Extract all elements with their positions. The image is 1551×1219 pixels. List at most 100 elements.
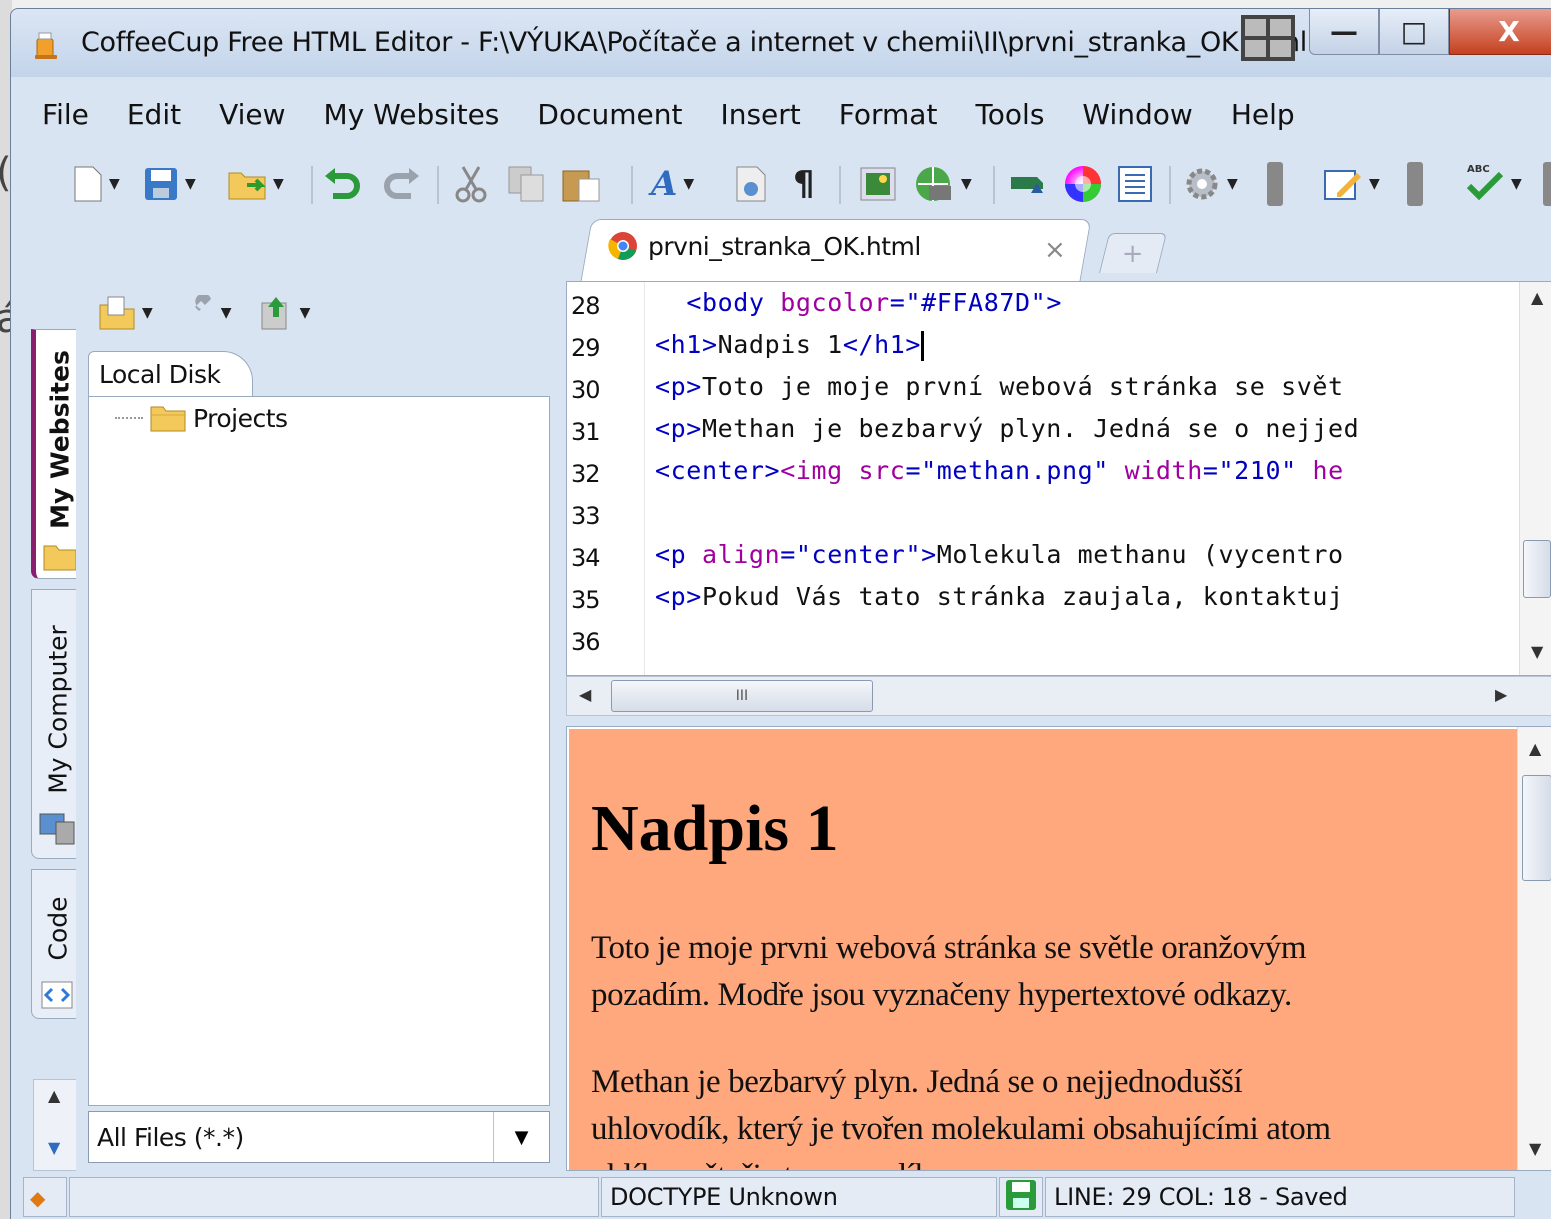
file-filter-select[interactable]: All Files (*.*) ▼ [88,1111,550,1163]
menu-my-websites[interactable]: My Websites [305,91,519,139]
settings-icon [1186,168,1218,200]
sidebar-scrollbar[interactable]: ▲ ▼ [33,1079,79,1171]
status-cursor-position: LINE: 29 COL: 18 - Saved [1045,1177,1515,1217]
upload-icon [261,297,287,330]
menu-help[interactable]: Help [1212,91,1314,139]
link-icon [1011,177,1043,193]
code-token: align [701,540,781,569]
code-area[interactable]: <body bgcolor="#FFA87D"> <h1>Nadpis 1</h… [655,282,1520,675]
code-token: he [1312,456,1344,485]
preview-text-line: Methan je bezbarvý plyn. Jedná se o nejj… [591,1064,1243,1100]
preview-text-line: uhlíku a čtyři atomy vodíku [591,1153,1491,1170]
link-button[interactable] [1009,162,1047,206]
upload-button[interactable]: ▼ [258,295,310,331]
new-folder-button[interactable]: ▼ [98,295,153,331]
code-line-34: <p align="center">Molekula methanu (vyce… [655,540,1344,569]
status-doctype: DOCTYPE Unknown [601,1177,997,1217]
main-toolbar: ▼ ▼ ▼ A ▼ ¶ ▼ ▼ ▼ ABC ▼ [33,154,1551,216]
copy-icon [508,166,544,202]
tree-item-projects[interactable]: Projects [115,403,288,433]
copy-button[interactable] [507,162,547,206]
close-button[interactable]: X [1449,9,1551,55]
redo-button[interactable] [381,162,421,206]
list-button[interactable] [1117,162,1153,206]
color-button[interactable] [1063,162,1103,206]
menu-view[interactable]: View [200,91,304,139]
scroll-left-icon[interactable]: ◀ [579,685,591,704]
menu-document[interactable]: Document [518,91,701,139]
scroll-right-icon[interactable]: ▶ [1495,685,1507,704]
edit-button[interactable]: ▼ [1323,162,1380,206]
code-token: <body [686,288,781,317]
window-snap-icon [1241,15,1295,61]
line-number: 32 [571,460,601,488]
chevron-down-icon: ▼ [109,176,120,192]
undo-icon [325,168,360,199]
line-number: 30 [571,376,601,404]
chevron-down-icon: ▼ [961,176,972,192]
spellcheck-button[interactable]: ABC ▼ [1465,162,1522,206]
tools-button[interactable]: ▼ [179,295,232,331]
scrollbar-thumb[interactable] [1522,775,1551,881]
tree-item-label: Projects [193,403,288,433]
menu-file[interactable]: File [23,91,108,139]
scroll-down-icon[interactable]: ▼ [1529,1139,1541,1158]
code-token: <p [655,540,702,569]
line-number: 33 [571,502,601,530]
toolbar-overflow-button-3[interactable] [1543,162,1551,206]
new-file-icon [74,166,102,202]
save-icon [1006,1180,1036,1210]
code-token: Molekula methanu (vycentro [936,540,1344,569]
settings-button[interactable]: ▼ [1183,162,1238,206]
web-button[interactable]: ▼ [913,162,972,206]
scroll-down-icon[interactable]: ▼ [1531,642,1543,661]
menu-edit[interactable]: Edit [108,91,200,139]
scroll-down-icon[interactable]: ▼ [48,1138,60,1157]
paragraph-icon: ¶ [793,164,815,204]
toolbar-overflow-button-2[interactable] [1407,162,1423,206]
preview-vertical-scrollbar[interactable]: ▲ ▼ [1517,727,1551,1170]
cut-button[interactable] [453,162,489,206]
chevron-down-icon: ▼ [1511,176,1522,192]
menu-window[interactable]: Window [1063,91,1211,139]
code-token: <img [780,456,859,485]
font-icon: A [651,164,678,204]
font-button[interactable]: A ▼ [651,162,694,206]
doc-check-button[interactable] [733,162,769,206]
paragraph-button[interactable]: ¶ [793,162,815,206]
scrollbar-thumb[interactable]: III [611,680,873,712]
undo-button[interactable] [323,162,363,206]
new-file-button[interactable]: ▼ [73,162,120,206]
code-editor[interactable]: 28 29 30 31 32 33 34 35 36 <body bgcolor… [566,281,1551,676]
scrollbar-thumb[interactable] [1523,540,1551,598]
open-button[interactable]: ▼ [227,162,284,206]
editor-horizontal-scrollbar[interactable]: ◀ III ▶ [566,676,1551,716]
new-tab-button[interactable]: + [1099,233,1167,273]
toolbar-overflow-button[interactable] [1267,162,1283,206]
code-icon [41,981,73,1009]
status-nav-button[interactable]: ◆ [23,1177,67,1217]
chevron-down-icon[interactable]: ▼ [493,1112,549,1162]
scroll-up-icon[interactable]: ▲ [1531,288,1543,307]
paste-button[interactable] [561,162,601,206]
arrow-left-icon: ◆ [30,1186,46,1210]
status-message [69,1177,599,1217]
paste-icon [562,170,600,202]
tab-local-disk[interactable]: Local Disk [88,351,253,397]
save-button[interactable]: ▼ [143,162,196,206]
redo-icon [384,168,419,199]
menu-insert[interactable]: Insert [701,91,819,139]
maximize-button[interactable]: □ [1379,9,1449,55]
scroll-up-icon[interactable]: ▲ [48,1086,60,1105]
close-tab-icon[interactable]: × [1044,235,1066,265]
code-line-30: <p>Toto je moje první webová stránka se … [655,372,1344,401]
editor-vertical-scrollbar[interactable]: ▲ ▼ [1519,282,1551,675]
insert-image-button[interactable] [859,162,897,206]
scroll-up-icon[interactable]: ▲ [1529,739,1541,758]
menu-format[interactable]: Format [820,91,957,139]
menu-tools[interactable]: Tools [956,91,1063,139]
code-token: > [921,540,937,569]
minimize-button[interactable]: — [1309,9,1379,55]
title-bar[interactable]: CoffeeCup Free HTML Editor - F:\VÝUKA\Po… [11,9,1551,77]
line-number: 34 [571,544,601,572]
